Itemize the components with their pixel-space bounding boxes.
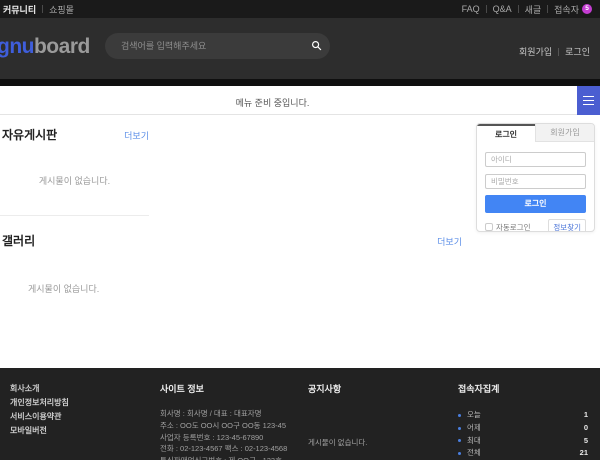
stat-label: 오늘 xyxy=(467,409,584,422)
stat-row-today: 오늘 1 xyxy=(458,409,588,422)
hamburger-icon xyxy=(583,93,594,108)
latest-gallery-widget: 갤러리 더보기 게시물이 없습니다. xyxy=(0,232,462,295)
topbar: 커뮤니티 쇼핑몰 FAQ Q&A 새글 접속자 5 xyxy=(0,0,600,18)
topbar-left: 커뮤니티 쇼핑몰 xyxy=(3,3,74,16)
footer-link-mobile[interactable]: 모바일버전 xyxy=(10,424,69,438)
bullet-icon xyxy=(458,439,461,442)
footer-link-privacy[interactable]: 개인정보처리방침 xyxy=(10,396,69,410)
site-logo[interactable]: gnuboard xyxy=(0,35,90,59)
site-info-line: 통신판매업신고번호 : 제 OO구 - 123호 xyxy=(160,455,287,460)
topbar-link-faq[interactable]: FAQ xyxy=(462,4,480,14)
header-member-links: 회원가입 로그인 xyxy=(519,45,590,58)
menu-placeholder-text: 메뉴 준비 중입니다. xyxy=(0,96,545,109)
header: gnuboard 회원가입 로그인 xyxy=(0,18,600,79)
topbar-link-qna[interactable]: Q&A xyxy=(493,4,512,14)
stat-value: 5 xyxy=(584,435,588,448)
auto-login-option: 자동로그인 xyxy=(485,222,531,233)
footer-site-info: 사이트 정보 회사명 : 회사명 / 대표 : 대표자명 주소 : OO도 OO… xyxy=(160,382,287,460)
join-link[interactable]: 회원가입 xyxy=(519,45,552,58)
separator xyxy=(42,5,43,13)
site-info-line: 주소 : OO도 OO시 OO구 OO동 123-45 xyxy=(160,420,287,432)
stat-value: 1 xyxy=(584,409,588,422)
site-info-line: 전화 : 02-123-4567 팩스 : 02-123-4568 xyxy=(160,443,287,455)
bullet-icon xyxy=(458,452,461,455)
gallery-title: 갤러리 xyxy=(2,232,35,249)
notice-title: 공지사항 xyxy=(308,382,438,395)
login-submit-button[interactable]: 로그인 xyxy=(485,195,586,213)
notice-empty-text: 게시물이 없습니다. xyxy=(308,437,438,448)
footer-links: 회사소개 개인정보처리방침 서비스이용약관 모바일버전 xyxy=(10,382,69,438)
stat-label: 전체 xyxy=(467,447,580,460)
footer-notice: 공지사항 게시물이 없습니다. xyxy=(308,382,438,448)
stat-label: 최대 xyxy=(467,435,584,448)
footer-link-terms[interactable]: 서비스이용약관 xyxy=(10,410,69,424)
free-board-title: 자유게시판 xyxy=(2,126,57,143)
footer-link-company[interactable]: 회사소개 xyxy=(10,382,69,396)
gallery-more-link[interactable]: 더보기 xyxy=(437,235,462,248)
stat-row-total: 전체 21 xyxy=(458,447,588,460)
stat-label: 어제 xyxy=(467,422,584,435)
gnb-strip xyxy=(0,79,600,86)
search-icon xyxy=(311,39,322,54)
find-info-button[interactable]: 정보찾기 xyxy=(548,219,586,233)
bullet-icon xyxy=(458,427,461,430)
stat-value: 21 xyxy=(580,447,588,460)
all-menu-button[interactable] xyxy=(577,86,600,115)
gallery-empty-text: 게시물이 없습니다. xyxy=(0,282,462,295)
topbar-link-shop[interactable]: 쇼핑몰 xyxy=(49,3,74,16)
login-link[interactable]: 로그인 xyxy=(565,45,590,58)
stat-value: 0 xyxy=(584,422,588,435)
free-board-more-link[interactable]: 더보기 xyxy=(124,129,149,142)
logo-text-gnu: gnu xyxy=(0,35,34,58)
separator xyxy=(547,5,548,13)
topbar-link-community[interactable]: 커뮤니티 xyxy=(3,3,36,16)
visitor-stats-title: 접속자집계 xyxy=(458,382,588,395)
search-input[interactable] xyxy=(105,41,302,51)
footer: 회사소개 개인정보처리방침 서비스이용약관 모바일버전 사이트 정보 회사명 :… xyxy=(0,368,600,460)
search-button[interactable] xyxy=(302,33,330,59)
site-info-line: 회사명 : 회사명 / 대표 : 대표자명 xyxy=(160,408,287,420)
separator xyxy=(558,48,559,56)
tab-login[interactable]: 로그인 xyxy=(477,124,535,142)
topbar-link-new-posts[interactable]: 새글 xyxy=(525,3,542,16)
stat-row-max: 최대 5 xyxy=(458,435,588,448)
login-box: 로그인 회원가입 로그인 자동로그인 정보찾기 xyxy=(476,123,595,232)
auto-login-checkbox[interactable] xyxy=(485,223,493,231)
visitor-count-badge: 5 xyxy=(582,4,592,14)
tab-join[interactable]: 회원가입 xyxy=(535,124,594,142)
footer-visitor-stats: 접속자집계 오늘 1 어제 0 최대 5 xyxy=(458,382,588,460)
topbar-link-visitors[interactable]: 접속자 xyxy=(554,3,579,16)
topbar-right: FAQ Q&A 새글 접속자 5 xyxy=(462,3,592,16)
latest-free-board-widget: 자유게시판 더보기 게시물이 없습니다. xyxy=(0,126,149,216)
site-info-title: 사이트 정보 xyxy=(160,382,287,395)
login-id-field[interactable] xyxy=(485,152,586,167)
separator xyxy=(518,5,519,13)
auto-login-label: 자동로그인 xyxy=(496,222,531,233)
site-info-line: 사업자 등록번호 : 123-45-67890 xyxy=(160,432,287,444)
menu-bar: 메뉴 준비 중입니다. xyxy=(0,86,600,115)
logo-text-board: board xyxy=(34,35,90,58)
login-password-field[interactable] xyxy=(485,174,586,189)
bullet-icon xyxy=(458,414,461,417)
separator xyxy=(486,5,487,13)
page: 커뮤니티 쇼핑몰 FAQ Q&A 새글 접속자 5 gnuboard xyxy=(0,0,600,460)
search-bar xyxy=(105,33,330,59)
free-board-empty-text: 게시물이 없습니다. xyxy=(0,174,149,187)
stat-row-yesterday: 어제 0 xyxy=(458,422,588,435)
